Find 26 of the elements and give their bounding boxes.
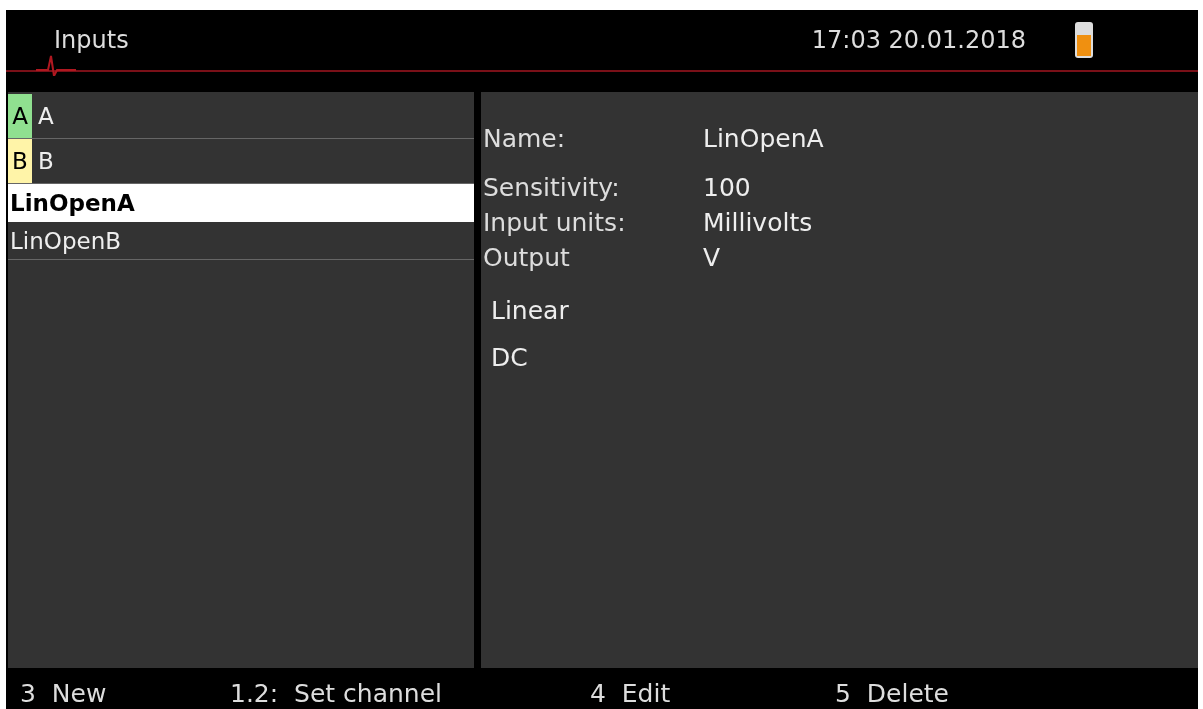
softkey-label[interactable]: 1.2: Set channel — [230, 679, 590, 708]
detail-value: 100 — [703, 173, 752, 202]
input-label: LinOpenB — [9, 227, 121, 254]
input-list-item[interactable]: LinOpenB — [8, 222, 474, 260]
input-label: LinOpenA — [9, 189, 135, 216]
property-text: DC — [491, 343, 529, 372]
softkey-label[interactable]: 5 Delete — [835, 679, 949, 708]
channel-label: A — [38, 103, 54, 129]
channel-tag: A — [8, 94, 32, 138]
detail-label: Name: — [483, 124, 567, 153]
input-list-item[interactable]: LinOpenA — [8, 184, 474, 222]
property-text: Linear — [491, 296, 570, 325]
detail-label: Sensitivity: — [483, 173, 621, 202]
detail-value: Millivolts — [703, 208, 814, 237]
channel-tag: B — [8, 139, 32, 183]
input-list-item[interactable]: A A — [8, 94, 474, 139]
softkey-label[interactable]: 4 Edit — [590, 679, 835, 708]
battery-icon — [1074, 21, 1094, 59]
detail-label: Input units: — [483, 208, 627, 237]
screen-title: Inputs — [54, 26, 129, 54]
detail-value: LinOpenA — [703, 124, 825, 153]
channel-label: B — [38, 148, 54, 174]
detail-value: V — [703, 243, 722, 272]
date-time: 17:03 20.01.2018 — [811, 26, 1026, 54]
detail-label: Output — [483, 243, 571, 272]
softkey-label[interactable]: 3 New — [20, 679, 230, 708]
